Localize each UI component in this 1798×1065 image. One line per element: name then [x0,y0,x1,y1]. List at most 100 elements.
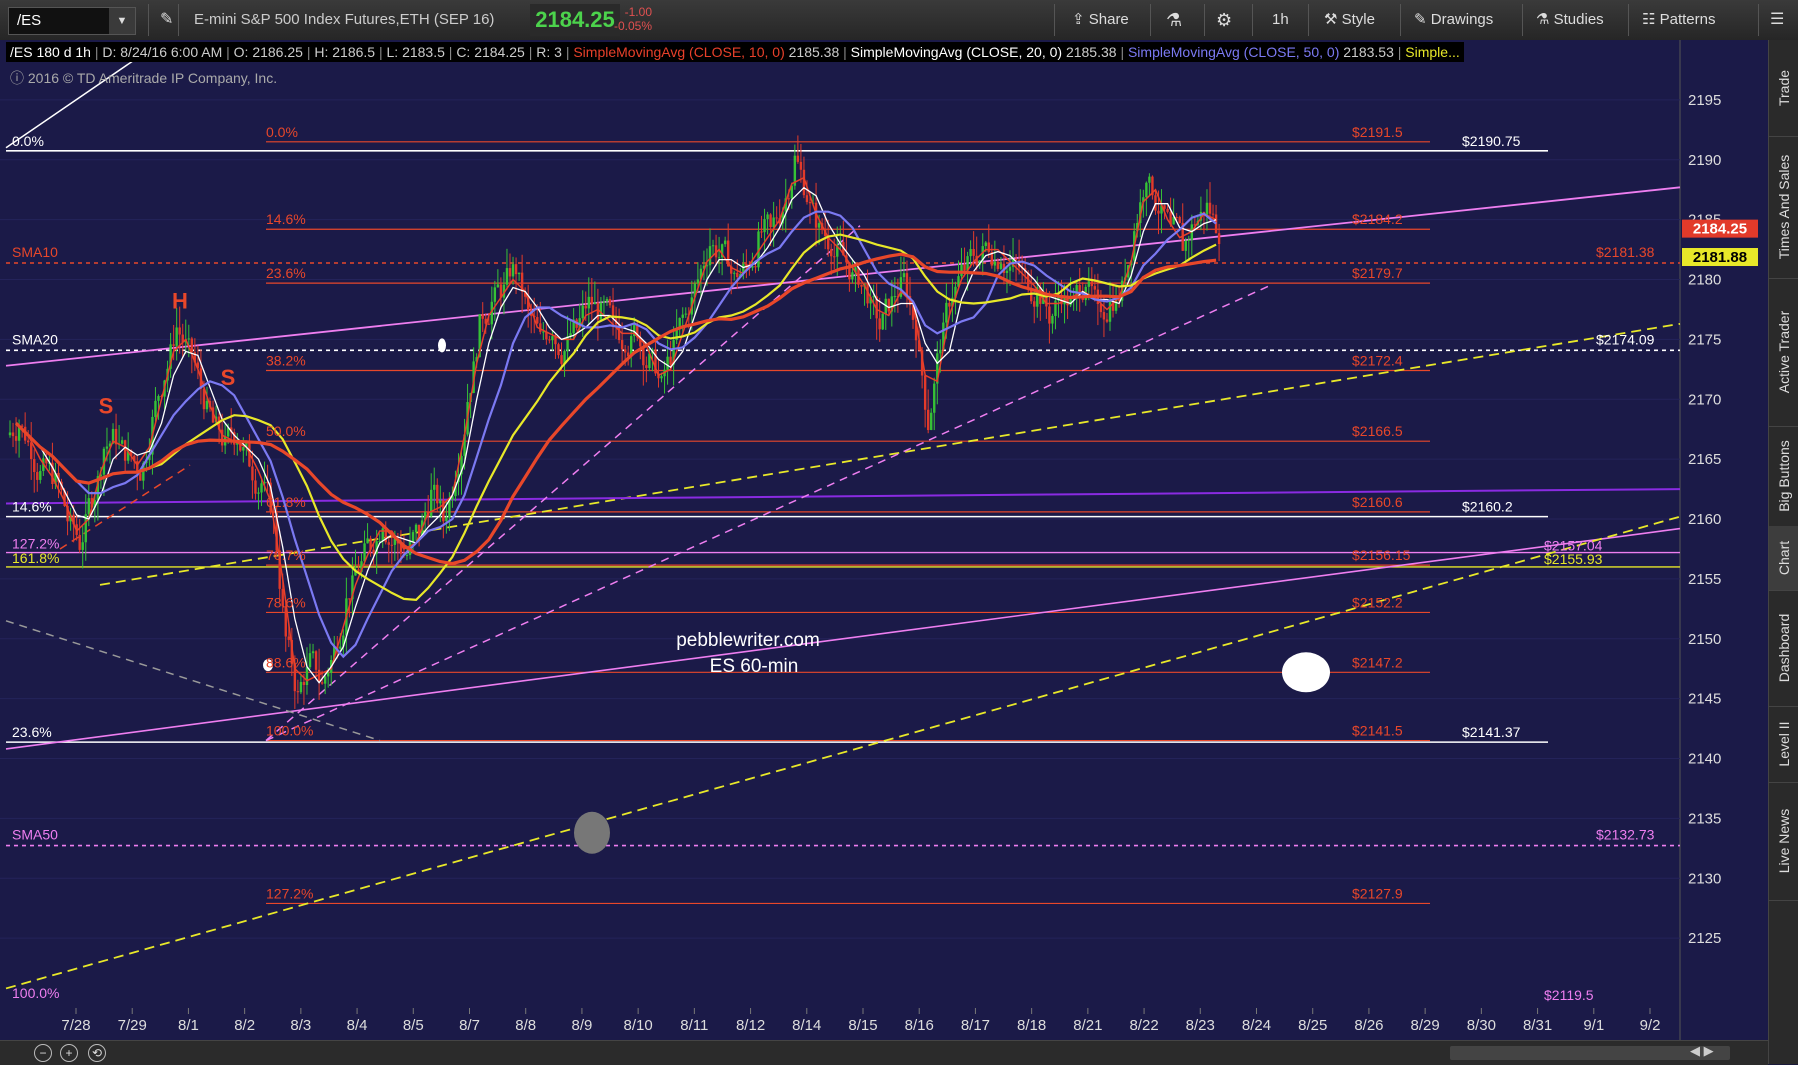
toolbar: /ES ▼ ✎ E-mini S&P 500 Index Futures,ETH… [0,0,1798,41]
fib-price-label: $2184.2 [1352,211,1403,227]
y-tick-label: 2165 [1688,451,1721,468]
x-tick-label: 8/15 [848,1017,877,1034]
candle-body [593,302,597,305]
zoom-fit-icon[interactable]: ⟲ [88,1044,106,1062]
x-tick-label: 8/8 [515,1017,536,1034]
chevron-down-icon[interactable]: ▼ [109,8,135,34]
symbol-input[interactable]: /ES ▼ [8,7,136,35]
candle-body [987,242,990,253]
info-symbol: /ES 180 d 1h [10,44,91,60]
misc-level-label: 100.0% [12,985,59,1001]
candle-body [830,249,833,257]
share-button[interactable]: ⇪ Share [1072,0,1129,40]
studies-button[interactable]: ⚗ Studies [1536,0,1604,40]
candle-body [511,264,515,277]
white-level-right-label: $2190.75 [1462,133,1521,149]
candle-body [1108,300,1112,322]
scroll-arrows-icon[interactable]: ◀ ▶ [1690,1043,1714,1059]
candle-body [8,432,12,436]
fib-pct-label: 100.0% [266,723,313,739]
candle-body [766,214,769,220]
y-tick-label: 2160 [1688,511,1721,528]
x-tick-label: 8/23 [1186,1017,1215,1034]
zoom-in-icon[interactable]: + [60,1044,78,1062]
info-low: L: 2183.5 [386,44,445,60]
candle-body [1033,301,1036,307]
zoom-out-icon[interactable]: − [34,1044,52,1062]
fib-price-label: $2127.9 [1352,885,1403,901]
fib-price-label: $2166.5 [1352,423,1403,439]
pattern-label: H [172,288,188,313]
side-tab-dashboard[interactable]: Dashboard [1769,590,1798,707]
bottom-scroll-bar[interactable]: − + ⟲ ◀ ▶ [0,1040,1768,1065]
pencil-icon[interactable]: ✎ [160,0,173,40]
candle-body [684,313,687,315]
candle-body [320,682,324,684]
drawing-pen-icon: ✎ [1414,11,1431,28]
candle-body [939,349,942,354]
watermark-line-1: pebblewriter.com [676,630,820,651]
gear-icon[interactable]: ⚙ [1216,0,1232,40]
candle-body [508,268,512,277]
info-circle-icon: ⓘ [10,70,28,86]
price-change: -1.00 -0.05% [610,5,652,33]
side-tab-chart[interactable]: Chart [1769,526,1798,591]
pattern-label: S [221,365,236,390]
menu-icon[interactable]: ☰ [1770,0,1784,40]
candle-body [254,480,257,494]
sma-level-price: $2132.73 [1596,827,1655,843]
y-tick-label: 2190 [1688,152,1721,169]
white-level-right-label: $2160.2 [1462,499,1513,515]
candle-body [984,242,987,247]
candle-body [139,473,142,481]
side-tab-label: Active Trader [1776,310,1792,394]
share-icon: ⇪ [1072,11,1089,28]
candle-body [620,340,624,350]
candle-body [760,231,763,233]
y-tick-label: 2130 [1688,870,1721,887]
sma-level-label: SMA10 [12,244,58,260]
side-tab-level-ii[interactable]: Level II [1769,706,1798,783]
timeframe-button[interactable]: 1h [1272,0,1289,40]
side-tab-label: Big Buttons [1776,440,1792,512]
candle-body [120,440,124,444]
candle-body [763,219,766,233]
fib-price-label: $2191.5 [1352,124,1403,140]
candle-body [539,323,542,332]
share-label: Share [1088,11,1129,28]
drawings-button[interactable]: ✎ Drawings [1414,0,1493,40]
side-tab-trade[interactable]: Trade [1769,40,1798,137]
price-chart[interactable]: 0.0% $2191.5 14.6% $2184.2 23.6% $2179.7 38.2%… [0,40,1768,1040]
candle-body [948,302,951,307]
side-tab-times-and-sales[interactable]: Times And Sales [1769,136,1798,279]
candle-body [681,314,684,318]
side-tab-big-buttons[interactable]: Big Buttons [1769,426,1798,527]
candle-body [517,272,521,275]
style-icon: ⚒ [1324,11,1342,28]
patterns-button[interactable]: ☷ Patterns [1642,0,1716,40]
side-tab-label: Level II [1776,721,1792,767]
misc-level-label: 161.8% [12,550,59,566]
flask-icon[interactable]: ⚗ [1166,0,1182,40]
candle-body [1217,233,1221,245]
side-tab-label: Chart [1776,540,1792,576]
x-tick-label: 8/25 [1298,1017,1327,1034]
chart-area[interactable]: 0.0% $2191.5 14.6% $2184.2 23.6% $2179.7 38.2%… [0,40,1768,1064]
style-button[interactable]: ⚒ Style [1324,0,1375,40]
candle-body [190,338,194,353]
studies-label: Studies [1553,11,1604,28]
candle-body [260,483,263,493]
y-tick-label: 2140 [1688,751,1721,768]
scroll-thumb[interactable] [1450,1046,1730,1060]
y-tick-label: 2170 [1688,391,1721,408]
price-tag-label: 2181.88 [1693,249,1747,266]
side-tab-live-news[interactable]: Live News [1769,782,1798,901]
sma-level-price: $2181.38 [1596,244,1655,260]
candle-body [323,676,327,684]
x-tick-label: 8/17 [961,1017,990,1034]
x-tick-label: 8/9 [571,1017,592,1034]
white-level-left-label: 0.0% [12,133,44,149]
fib-pct-label: 78.6% [266,594,306,610]
side-tab-active-trader[interactable]: Active Trader [1769,278,1798,427]
x-tick-label: 8/30 [1467,1017,1496,1034]
